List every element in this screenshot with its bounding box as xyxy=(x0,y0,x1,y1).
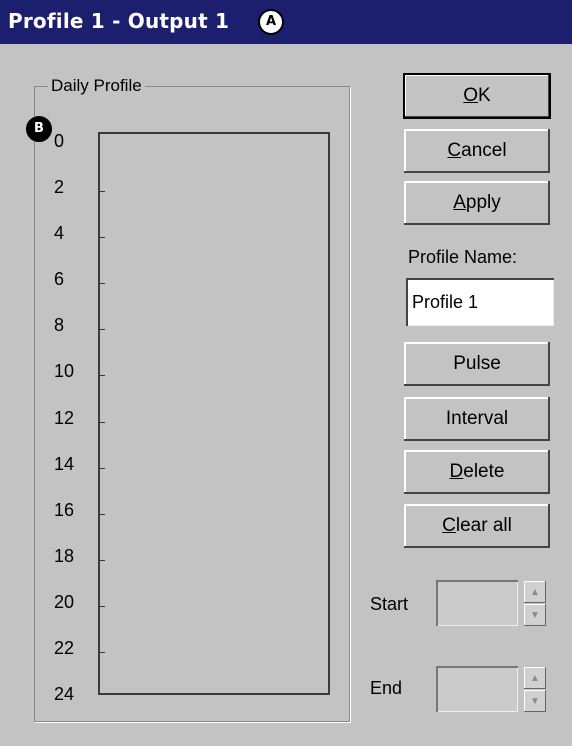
hour-label-2: 2 xyxy=(54,177,65,197)
hour-label-4: 4 xyxy=(54,223,65,243)
cancel-button[interactable]: Cancel xyxy=(404,129,550,173)
profile-name-input[interactable] xyxy=(406,278,554,326)
start-time-input[interactable] xyxy=(436,580,518,626)
hour-label-10: 10 xyxy=(54,361,75,381)
pulse-button[interactable]: Pulse xyxy=(404,342,550,386)
cancel-mnemonic: C xyxy=(447,140,462,161)
apply-label-rest: pply xyxy=(465,192,501,213)
interval-button[interactable]: Interval xyxy=(404,397,550,441)
hour-label-24: 24 xyxy=(54,684,75,704)
hour-label-14: 14 xyxy=(54,454,75,474)
hour-label-6: 6 xyxy=(54,269,65,289)
hour-label-12: 12 xyxy=(54,408,75,428)
profile-name-label: Profile Name: xyxy=(408,247,518,267)
callout-b-marker: B xyxy=(26,116,52,142)
start-spin-down-icon[interactable]: ▼ xyxy=(524,604,546,626)
hour-label-20: 20 xyxy=(54,592,75,612)
end-label: End xyxy=(370,678,403,698)
start-spin-up-icon[interactable]: ▲ xyxy=(524,581,546,603)
cancel-label-rest: ancel xyxy=(461,140,507,161)
daily-profile-timeline[interactable] xyxy=(98,132,330,695)
callout-a-marker: A xyxy=(258,9,284,35)
apply-mnemonic: A xyxy=(453,192,466,213)
hour-label-0: 0 xyxy=(54,131,65,151)
end-spin-down-icon[interactable]: ▼ xyxy=(524,690,546,712)
title-bar[interactable]: Profile 1 - Output 1 A xyxy=(0,0,572,44)
hour-label-8: 8 xyxy=(54,315,65,335)
end-time-input[interactable] xyxy=(436,666,518,712)
hour-label-16: 16 xyxy=(54,500,75,520)
clear-all-label-rest: lear all xyxy=(455,515,512,536)
ok-label-rest: K xyxy=(478,85,491,106)
daily-profile-label: Daily Profile xyxy=(48,76,145,96)
profile-dialog: Profile 1 - Output 1 A Daily Profile B 0… xyxy=(0,0,572,746)
ok-button[interactable]: OK xyxy=(403,73,551,119)
ok-mnemonic: O xyxy=(463,85,479,106)
end-spin-up-icon[interactable]: ▲ xyxy=(524,667,546,689)
window-title: Profile 1 - Output 1 xyxy=(8,9,230,33)
delete-mnemonic: D xyxy=(449,461,464,482)
clear-all-mnemonic: C xyxy=(442,515,456,536)
hour-label-18: 18 xyxy=(54,546,75,566)
delete-button[interactable]: Delete xyxy=(404,450,550,494)
apply-button[interactable]: Apply xyxy=(404,181,550,225)
hour-label-22: 22 xyxy=(54,638,75,658)
delete-label-rest: elete xyxy=(463,461,505,482)
clear-all-button[interactable]: Clear all xyxy=(404,504,550,548)
start-label: Start xyxy=(370,594,409,614)
